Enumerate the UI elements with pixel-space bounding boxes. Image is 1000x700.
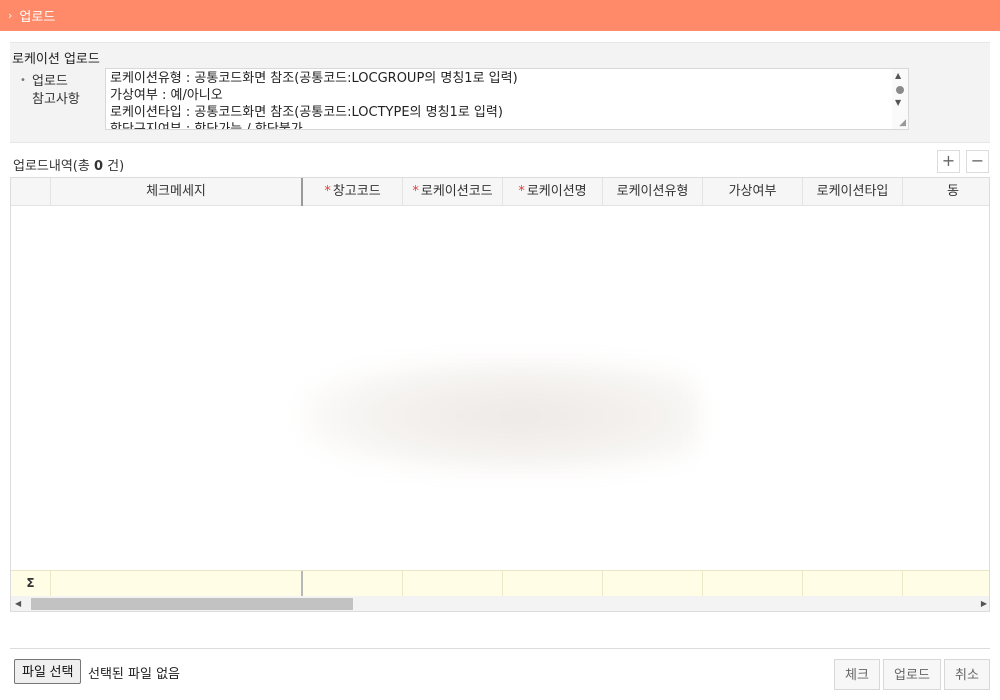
grid-header: 체크메세지 * 창고코드 * 로케이션코드 * 로케이션명 로케이션유형 가상여부 로… (11, 178, 989, 206)
column-header-label: 로케이션유형 (616, 184, 689, 199)
add-row-button[interactable]: + (937, 150, 960, 173)
notice-textarea[interactable]: 로케이션유형 : 공통코드화면 참조(공통코드:LOCGROUP의 명칭1로 입… (105, 68, 909, 130)
count-suffix: 건) (103, 159, 125, 174)
summary-cell (703, 571, 803, 597)
upload-grid: 체크메세지 * 창고코드 * 로케이션코드 * 로케이션명 로케이션유형 가상여부 로… (10, 177, 990, 612)
required-marker: * (324, 184, 331, 199)
summary-cell (303, 571, 403, 597)
upload-count-label: 업로드내역(총 0 건) (13, 155, 124, 174)
scroll-thumb[interactable] (896, 86, 904, 94)
plus-icon: + (941, 151, 956, 170)
window-titlebar: › 업로드 (0, 0, 1000, 31)
notice-label-line1: 업로드 (32, 74, 68, 89)
horizontal-scroll-thumb[interactable] (31, 598, 353, 610)
check-button[interactable]: 체크 (834, 659, 880, 690)
column-header[interactable]: * 로케이션명 (503, 178, 603, 206)
window-title: 업로드 (19, 10, 56, 25)
bullet-icon: • (20, 75, 26, 86)
sigma-icon: Σ (11, 571, 51, 597)
summary-cell (903, 571, 989, 597)
remove-row-button[interactable]: − (966, 150, 989, 173)
column-header-label: 로케이션코드 (420, 184, 493, 199)
column-header[interactable]: 로케이션타입 (803, 178, 903, 206)
required-marker: * (518, 184, 525, 199)
column-header[interactable]: * 로케이션코드 (403, 178, 503, 206)
column-header-label: 동 (947, 184, 959, 199)
summary-cell (503, 571, 603, 597)
column-header[interactable]: 로케이션유형 (603, 178, 703, 206)
count-prefix: 업로드내역(총 (13, 159, 94, 174)
notice-line: 합단구지여부 : 합단가능 / 합단불가 (110, 122, 303, 130)
upload-button[interactable]: 업로드 (883, 659, 941, 690)
scroll-down-arrow-icon[interactable]: ▼ (895, 98, 901, 107)
column-header[interactable]: 동 (903, 178, 989, 206)
summary-cell (803, 571, 903, 597)
column-header-label: 로케이션타입 (816, 184, 889, 199)
loading-overlay (301, 356, 701, 476)
grid-body[interactable] (11, 206, 989, 570)
resize-handle-icon[interactable]: ◢ (899, 118, 906, 128)
file-select-button[interactable]: 파일 선택 (14, 659, 82, 684)
section-title: 로케이션 업로드 (12, 52, 100, 67)
grid-toolbar: 업로드내역(총 0 건) + − (10, 150, 990, 176)
row-number-header (11, 178, 51, 206)
scroll-right-arrow-icon[interactable]: ▶ (981, 599, 987, 608)
cancel-button[interactable]: 취소 (944, 659, 990, 690)
grid-summary-row: Σ (11, 570, 989, 597)
column-header[interactable]: * 창고코드 (303, 178, 403, 206)
scroll-up-arrow-icon[interactable]: ▲ (895, 71, 901, 80)
chevron-right-icon[interactable]: › (8, 9, 12, 22)
notice-line: 로케이션유형 : 공통코드화면 참조(공통코드:LOCGROUP의 명칭1로 입… (110, 71, 518, 86)
minus-icon: − (970, 151, 985, 170)
summary-cell (603, 571, 703, 597)
upload-notice-panel: 로케이션 업로드 • 업로드 참고사항 로케이션유형 : 공통코드화면 참조(공… (10, 42, 990, 143)
grid-horizontal-scrollbar[interactable]: ◀ ▶ (11, 596, 989, 611)
scroll-left-arrow-icon[interactable]: ◀ (15, 599, 21, 608)
column-header[interactable]: 체크메세지 (51, 178, 303, 206)
footer-divider (10, 648, 990, 649)
required-marker: * (412, 184, 419, 199)
column-header[interactable]: 가상여부 (703, 178, 803, 206)
notice-line: 가상여부 : 예/아니오 (110, 88, 223, 103)
column-header-label: 가상여부 (728, 184, 777, 199)
column-header-label: 창고코드 (332, 184, 381, 199)
summary-cell (51, 571, 303, 597)
count-value: 0 (93, 159, 104, 174)
file-status-text: 선택된 파일 없음 (88, 667, 180, 682)
summary-cell (403, 571, 503, 597)
column-header-label: 로케이션명 (526, 184, 587, 199)
notice-label-line2: 참고사항 (32, 92, 80, 107)
notice-line: 로케이션타입 : 공통코드화면 참조(공통코드:LOCTYPE의 명칭1로 입력… (110, 105, 503, 120)
column-header-label: 체크메세지 (146, 184, 206, 199)
